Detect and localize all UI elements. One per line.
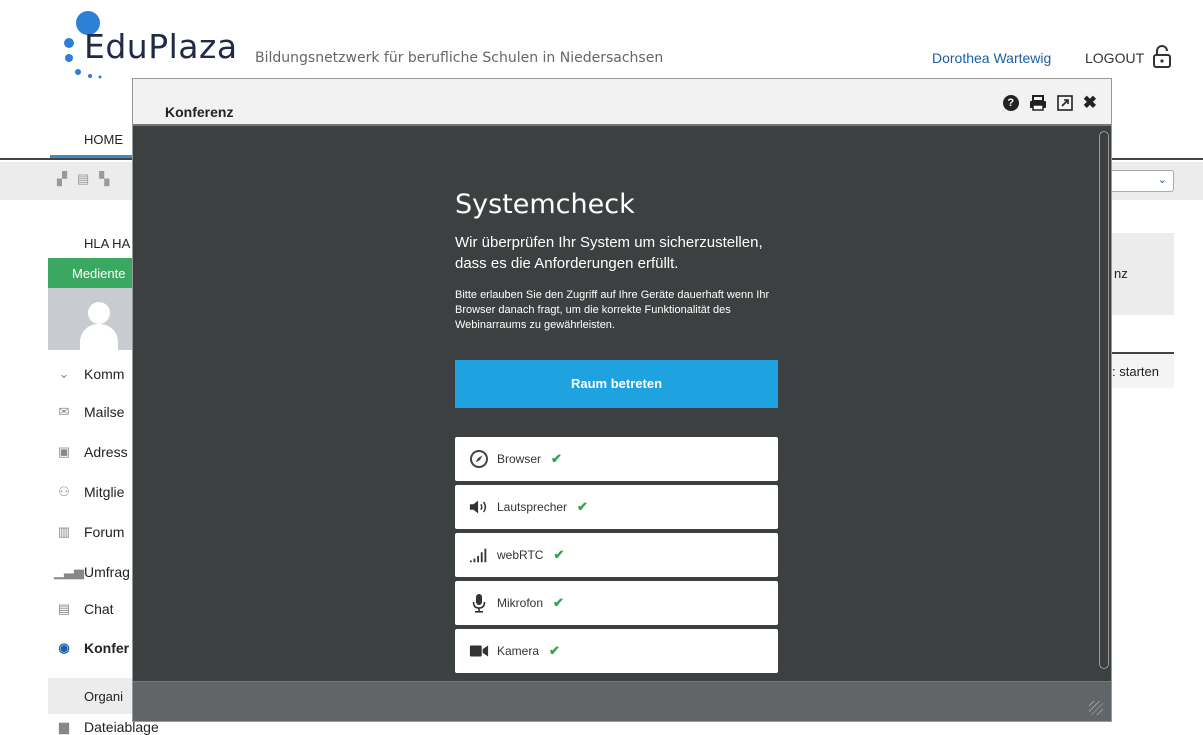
addressbook-icon: ▣ [57, 444, 71, 459]
toolbar-icon-2[interactable]: ▤ [77, 171, 89, 187]
toolbar-icon-1[interactable]: ▞ [57, 171, 67, 187]
members-icon: ⚇ [58, 484, 70, 499]
user-name-link[interactable]: Dorothea Wartewig [932, 50, 1051, 66]
logout-link[interactable]: LOGOUT [1085, 50, 1144, 66]
sidebar-item-label: Forum [84, 524, 125, 540]
avatar [48, 288, 138, 350]
context-select[interactable]: ⌄ [1110, 170, 1174, 192]
sidebar-item-umfrage[interactable]: ▁▃▅ Umfrag [54, 560, 130, 584]
sidebar-item-label: Komm [84, 366, 125, 382]
sidebar-item-label: Konfer [84, 640, 130, 656]
resize-grip-icon[interactable] [1089, 701, 1103, 715]
microphone-icon [469, 593, 489, 613]
modal-scrollbar[interactable] [1099, 131, 1109, 669]
conference-icon: ◉ [58, 640, 70, 655]
sidebar-item-label: Mailse [84, 404, 125, 420]
open-external-icon[interactable] [1056, 95, 1073, 111]
modal-header: Konferenz ? ✖ [133, 79, 1111, 126]
check-label: Lautsprecher [497, 500, 568, 514]
camera-icon [469, 641, 489, 661]
start-button[interactable]: : starten [1110, 352, 1174, 388]
sidebar-item-label: Organi [84, 689, 124, 704]
poll-icon: ▁▃▅ [54, 564, 84, 579]
sidebar-item-konferenz[interactable]: ◉ Konfer [54, 636, 129, 660]
check-ok-icon: ✔ [553, 547, 565, 562]
group-header-bar[interactable]: Mediente [48, 258, 138, 288]
check-item-lautsprecher: Lautsprecher ✔ [455, 485, 778, 529]
sidebar-item-label: Umfrag [84, 564, 130, 580]
check-ok-icon: ✔ [553, 595, 564, 610]
forum-icon: ▥ [57, 524, 71, 539]
sidebar-item-kommunikation[interactable]: ⌄ Komm [54, 362, 125, 386]
help-icon[interactable]: ? [1002, 95, 1019, 111]
sidebar-item-chat[interactable]: ▤ Chat [54, 597, 114, 621]
avatar-body [80, 324, 118, 350]
start-button-label: : starten [1112, 364, 1159, 379]
check-item-browser: Browser ✔ [455, 437, 778, 481]
modal-tools: ? ✖ [1002, 94, 1097, 111]
check-label: webRTC [497, 548, 544, 562]
systemcheck-note: Bitte erlauben Sie den Zugriff auf Ihre … [455, 289, 770, 331]
sidebar-item-adressbuch[interactable]: ▣ Adress [54, 440, 128, 464]
sidebar-item-organisation[interactable]: Organi [48, 678, 138, 714]
conference-modal: Konferenz ? ✖ Systemcheck Wir überprüfen… [132, 78, 1112, 722]
toolbar-icons: ▞ ▤ ▚ [57, 171, 109, 187]
avatar-head [88, 302, 110, 324]
nav-home-tab[interactable]: HOME [50, 120, 135, 158]
compass-icon [469, 449, 489, 469]
chevron-down-icon: ⌄ [58, 366, 70, 381]
right-panel-text: nz [1114, 266, 1128, 281]
check-item-webrtc: webRTC ✔ [455, 533, 778, 577]
page: EduPlaza Bildungsnetzwerk für berufliche… [0, 0, 1203, 735]
check-label: Kamera [497, 644, 540, 658]
mail-icon: ✉ [58, 404, 70, 419]
check-item-kamera: Kamera ✔ [455, 629, 778, 673]
toolbar-icon-3[interactable]: ▚ [99, 171, 109, 187]
check-item-mikrofon: Mikrofon ✔ [455, 581, 778, 625]
check-ok-icon: ✔ [551, 451, 562, 466]
sidebar-item-forum[interactable]: ▥ Forum [54, 520, 125, 544]
close-icon[interactable]: ✖ [1083, 94, 1097, 111]
systemcheck-subtitle: Wir überprüfen Ihr System um sicherzuste… [455, 234, 763, 272]
group-label: HLA HA [84, 236, 131, 251]
enter-room-button[interactable]: Raum betreten [455, 360, 778, 408]
speaker-icon [469, 497, 489, 517]
folder-icon: ▆ [59, 719, 69, 734]
systemcheck-panel: Systemcheck Wir überprüfen Ihr System um… [455, 189, 779, 673]
check-label: Mikrofon [497, 596, 544, 610]
unlock-icon[interactable] [1152, 44, 1172, 68]
check-ok-icon: ✔ [577, 499, 588, 514]
print-icon[interactable] [1029, 95, 1047, 111]
right-panel: nz [1110, 233, 1174, 315]
sidebar-item-mailservice[interactable]: ✉ Mailse [54, 400, 125, 424]
sidebar-item-label: Mitglie [84, 484, 125, 500]
signal-icon [469, 545, 489, 565]
brand-name: EduPlaza [84, 27, 238, 66]
modal-footer [133, 681, 1111, 721]
tagline: Bildungsnetzwerk für berufliche Schulen … [255, 50, 664, 66]
check-ok-icon: ✔ [549, 643, 560, 658]
chat-icon: ▤ [57, 601, 71, 616]
sidebar-item-label: Adress [84, 444, 128, 460]
check-label: Browser [497, 452, 542, 466]
modal-title: Konferenz [165, 104, 234, 120]
chevron-down-icon: ⌄ [1157, 174, 1167, 186]
sidebar-item-label: Chat [84, 601, 114, 617]
sidebar-item-mitglieder[interactable]: ⚇ Mitglie [54, 480, 124, 504]
systemcheck-title: Systemcheck [455, 189, 635, 220]
